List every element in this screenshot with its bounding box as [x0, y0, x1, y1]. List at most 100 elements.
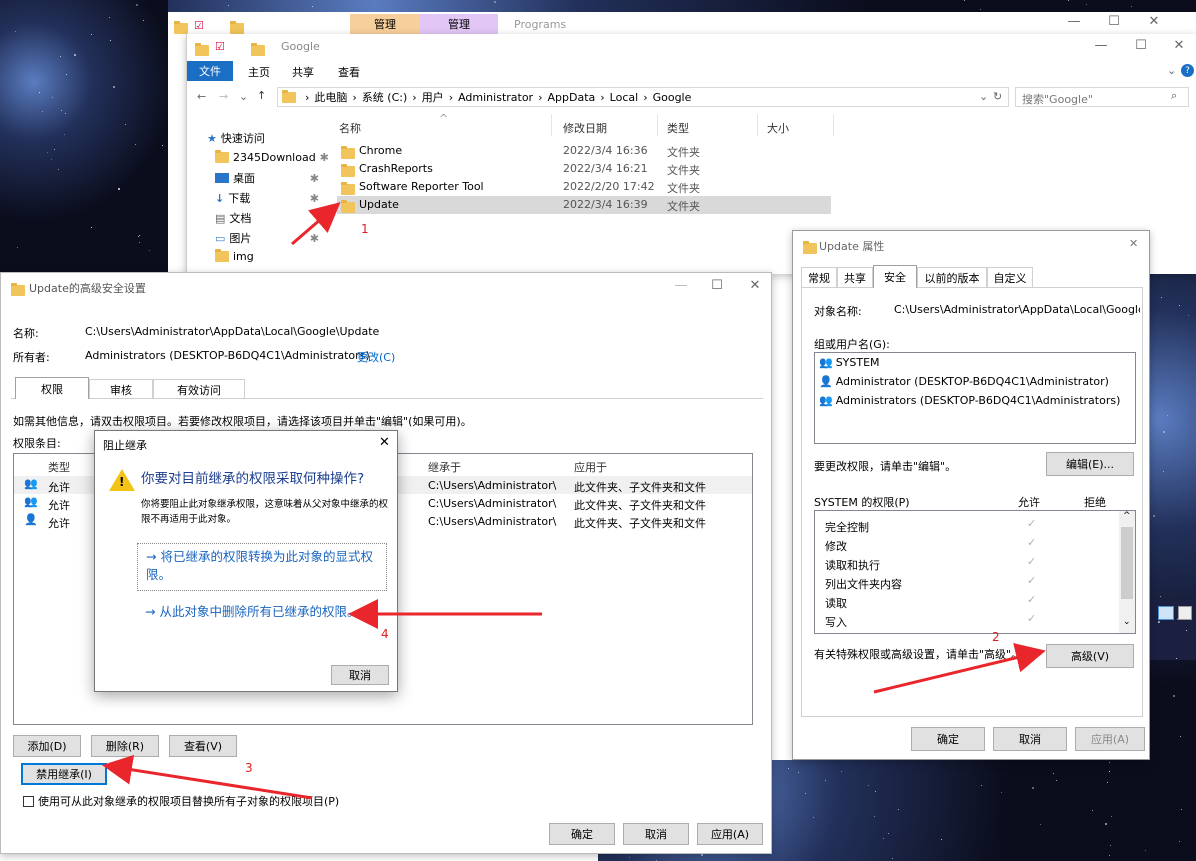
details-view-icon[interactable] [1158, 606, 1174, 620]
cancel-button[interactable]: 取消 [623, 823, 689, 845]
breadcrumb-item[interactable]: 用户 [422, 89, 444, 105]
nav-item-2345download[interactable]: 2345Download ✱ [215, 151, 329, 164]
user-item-administrator[interactable]: 👤 Administrator (DESKTOP-B6DQ4C1\Administ… [819, 375, 1109, 388]
file-row-software-reporter[interactable]: Software Reporter Tool 2022/2/20 17:42 文… [337, 178, 831, 196]
forward-icon[interactable]: → [219, 90, 228, 103]
star-dot [54, 149, 55, 150]
ribbon-tab-manage-2[interactable]: 管理 [420, 14, 498, 34]
maximize-icon[interactable]: ☐ [1094, 14, 1134, 29]
ok-button[interactable]: 确定 [911, 727, 985, 751]
user-group-icon: 👥 [819, 394, 833, 407]
recent-locations-icon[interactable]: ⌄ [239, 90, 248, 103]
ribbon-expand-icon[interactable]: ⌄ [1167, 64, 1176, 77]
file-row-chrome[interactable]: Chrome 2022/3/4 16:36 文件夹 [337, 142, 831, 160]
folder-icon [174, 23, 188, 34]
tab-previous-versions[interactable]: 以前的版本 [917, 267, 987, 287]
close-icon[interactable]: ✕ [1159, 38, 1196, 53]
maximize-icon[interactable]: ☐ [697, 278, 737, 293]
ribbon-tab-home[interactable]: 主页 [239, 64, 279, 80]
ribbon-tab-share[interactable]: 共享 [283, 64, 323, 80]
ok-button[interactable]: 确定 [549, 823, 615, 845]
large-icons-view-icon[interactable] [1178, 606, 1192, 620]
advanced-button[interactable]: 高级(V) [1046, 644, 1134, 668]
address-dropdown-icon[interactable]: ⌄ [979, 90, 988, 103]
back-icon[interactable]: ← [197, 90, 206, 103]
change-owner-link[interactable]: 更改(C) [357, 349, 395, 365]
breadcrumb-item[interactable]: 此电脑 [314, 89, 347, 105]
scroll-down-icon[interactable]: ⌄ [1123, 617, 1131, 627]
ribbon-tab-manage-1[interactable]: 管理 [350, 14, 420, 34]
user-item-system[interactable]: 👥 SYSTEM [819, 356, 880, 369]
minimize-icon[interactable]: — [661, 278, 701, 293]
sort-chevron-icon: ^ [439, 112, 448, 125]
column-header-inherited[interactable]: 继承于 [428, 459, 461, 475]
remove-button[interactable]: 删除(R) [91, 735, 159, 757]
tab-auditing[interactable]: 审核 [89, 379, 153, 399]
apply-button[interactable]: 应用(A) [697, 823, 763, 845]
tab-sharing[interactable]: 共享 [837, 267, 873, 287]
star-dot [1179, 841, 1180, 842]
maximize-icon[interactable]: ☐ [1121, 38, 1161, 53]
up-icon[interactable]: ↑ [257, 89, 266, 102]
apply-button[interactable]: 应用(A) [1075, 727, 1145, 751]
users-list[interactable]: 👥 SYSTEM 👤 Administrator (DESKTOP-B6DQ4C1\… [814, 352, 1136, 444]
minimize-icon[interactable]: — [1054, 14, 1094, 29]
scrollbar[interactable]: ^ ⌄ [1119, 511, 1135, 633]
column-header-type[interactable]: 类型 [48, 459, 70, 475]
nav-item-img[interactable]: img [215, 250, 254, 263]
refresh-icon[interactable]: ↻ [993, 90, 1002, 103]
cancel-button[interactable]: 取消 [331, 665, 389, 685]
view-button[interactable]: 查看(V) [169, 735, 237, 757]
nav-item-downloads[interactable]: ↓ 下载 ✱ [215, 190, 319, 206]
pin-icon: ✱ [310, 192, 319, 205]
cancel-button[interactable]: 取消 [993, 727, 1067, 751]
allow-header: 允许 [1018, 494, 1040, 510]
properties-dialog: Update 属性 ✕ 常规 共享 安全 以前的版本 自定义 对象名称: C:\… [792, 230, 1150, 760]
convert-inherited-option[interactable]: → 将已继承的权限转换为此对象的显式权限。 [137, 543, 387, 591]
nav-item-desktop[interactable]: 桌面 ✱ [215, 170, 319, 186]
scroll-thumb[interactable] [1121, 527, 1133, 599]
column-header-size[interactable]: 大小 [767, 120, 789, 136]
star-dot [1053, 773, 1054, 774]
ribbon-tab-view[interactable]: 查看 [329, 64, 369, 80]
remove-inherited-option[interactable]: → 从此对象中删除所有已继承的权限。 [137, 599, 387, 643]
column-header-applies[interactable]: 应用于 [574, 459, 607, 475]
edit-button[interactable]: 编辑(E)... [1046, 452, 1134, 476]
minimize-icon[interactable]: — [1081, 38, 1121, 53]
close-icon[interactable]: ✕ [1134, 14, 1174, 29]
search-icon[interactable]: ⌕ [1171, 89, 1177, 103]
breadcrumb-item[interactable]: Google [653, 91, 692, 104]
ribbon-tab-file[interactable]: 文件 [187, 61, 233, 81]
breadcrumb-item[interactable]: Local [610, 91, 639, 104]
close-icon[interactable]: ✕ [735, 278, 772, 293]
tab-permissions[interactable]: 权限 [15, 377, 89, 399]
address-bar[interactable]: › 此电脑 › 系统 (C:) › 用户 › Administrator › A… [277, 87, 1009, 107]
column-header-date[interactable]: 修改日期 [563, 120, 607, 136]
breadcrumb-item[interactable]: 系统 (C:) [362, 89, 407, 105]
breadcrumb-item[interactable]: Administrator [458, 91, 533, 104]
file-row-update[interactable]: Update 2022/3/4 16:39 文件夹 [337, 196, 831, 214]
tab-security[interactable]: 安全 [873, 265, 917, 288]
nav-item-pictures[interactable]: ▭ 图片 ✱ [215, 230, 319, 246]
add-button[interactable]: 添加(D) [13, 735, 81, 757]
nav-item-documents[interactable]: ▤ 文档 [215, 210, 251, 226]
close-icon[interactable]: ✕ [1129, 237, 1138, 250]
close-icon[interactable]: ✕ [379, 435, 390, 450]
tab-general[interactable]: 常规 [801, 267, 837, 287]
tab-customize[interactable]: 自定义 [987, 267, 1033, 287]
column-header-name[interactable]: 名称 [339, 120, 361, 136]
search-input[interactable]: 搜索"Google" [1015, 87, 1189, 107]
permissions-list[interactable]: 完全控制 ✓ 修改 ✓ 读取和执行 ✓ 列出文件夹内容 ✓ 读取 ✓ 写入 ✓ ^ ⌄ [814, 510, 1136, 634]
star-dot [1176, 658, 1177, 659]
help-icon[interactable]: ? [1181, 64, 1194, 77]
breadcrumb-item[interactable]: AppData [548, 91, 596, 104]
column-header-type[interactable]: 类型 [667, 120, 689, 136]
nav-item-quick-access[interactable]: ★ 快速访问 [207, 130, 265, 146]
disable-inheritance-button[interactable]: 禁用继承(I) [21, 763, 107, 785]
scroll-up-icon[interactable]: ^ [1123, 511, 1131, 521]
tab-effective-access[interactable]: 有效访问 [153, 379, 245, 399]
replace-permissions-checkbox[interactable]: 使用可从此对象继承的权限项目替换所有子对象的权限项目(P) [23, 793, 339, 809]
user-item-administrators[interactable]: 👥 Administrators (DESKTOP-B6DQ4C1\Adminis… [819, 394, 1120, 407]
file-row-crashreports[interactable]: CrashReports 2022/3/4 16:21 文件夹 [337, 160, 831, 178]
checkbox[interactable] [23, 796, 34, 807]
